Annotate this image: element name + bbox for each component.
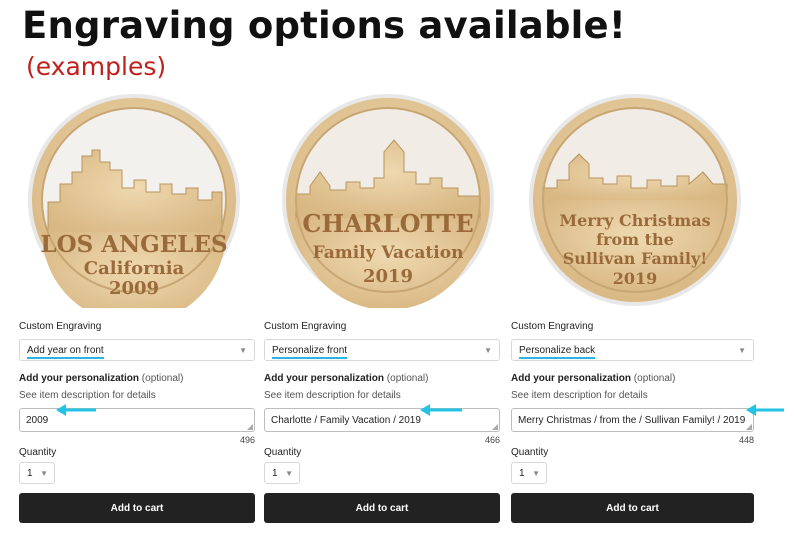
chevron-down-icon: ▼ xyxy=(285,469,293,478)
engraving-select[interactable]: Personalize back ▼ xyxy=(511,339,754,361)
ornament-line-3: Sullivan Family! xyxy=(563,249,708,268)
chevron-down-icon: ▼ xyxy=(40,469,48,478)
character-counter: 448 xyxy=(738,435,754,445)
personalization-input[interactable]: Charlotte / Family Vacation / 2019 ◢ xyxy=(264,408,500,432)
arrow-left-icon xyxy=(56,404,96,416)
personalization-hint: See item description for details xyxy=(264,390,401,401)
engraving-select-value: Personalize front xyxy=(272,345,348,359)
chevron-down-icon: ▼ xyxy=(532,469,540,478)
product-form-1: Custom Engraving Add year on front ▼ Add… xyxy=(19,320,255,523)
personalization-hint: See item description for details xyxy=(19,390,156,401)
personalization-input[interactable]: Merry Christmas / from the / Sullivan Fa… xyxy=(511,408,754,432)
product-form-3: Custom Engraving Personalize back ▼ Add … xyxy=(511,320,754,523)
ornament-image-sullivan: Merry Christmas from the Sullivan Family… xyxy=(527,92,743,308)
quantity-select[interactable]: 1 ▼ xyxy=(264,462,300,484)
resize-handle-icon[interactable]: ◢ xyxy=(746,423,752,431)
product-form-2: Custom Engraving Personalize front ▼ Add… xyxy=(264,320,500,523)
ornament-line-1: CHARLOTTE xyxy=(302,209,473,238)
engraving-select-value: Add year on front xyxy=(27,345,104,359)
quantity-value: 1 xyxy=(27,468,33,479)
custom-engraving-label: Custom Engraving xyxy=(264,321,347,332)
ornament-image-los-angeles: LOS ANGELES California 2009 xyxy=(26,92,242,308)
arrow-left-icon xyxy=(420,404,462,416)
page-subheading: (examples) xyxy=(26,52,167,81)
personalization-input[interactable]: 2009 ◢ xyxy=(19,408,255,432)
ornament-line-2: from the xyxy=(596,230,674,249)
character-counter: 496 xyxy=(239,435,255,445)
personalization-label: Add your personalization (optional) xyxy=(511,373,676,384)
ornament-line-2: California xyxy=(84,258,185,279)
engraving-select[interactable]: Add year on front ▼ xyxy=(19,339,255,361)
ornament-line-2: Family Vacation xyxy=(313,243,464,263)
ornament-line-4: 2019 xyxy=(613,269,658,288)
add-to-cart-button[interactable]: Add to cart xyxy=(264,493,500,523)
quantity-select[interactable]: 1 ▼ xyxy=(19,462,55,484)
quantity-label: Quantity xyxy=(511,447,549,458)
engraving-select[interactable]: Personalize front ▼ xyxy=(264,339,500,361)
personalization-input-value: 2009 xyxy=(26,415,49,426)
resize-handle-icon[interactable]: ◢ xyxy=(247,423,253,431)
quantity-label: Quantity xyxy=(264,447,302,458)
personalization-input-value: Charlotte / Family Vacation / 2019 xyxy=(271,415,421,426)
character-counter: 466 xyxy=(484,435,500,445)
page-headline: Engraving options available! xyxy=(22,4,626,47)
custom-engraving-label: Custom Engraving xyxy=(511,321,594,332)
quantity-value: 1 xyxy=(272,468,278,479)
ornament-line-3: 2019 xyxy=(363,266,413,287)
engraving-select-value: Personalize back xyxy=(519,345,596,359)
custom-engraving-label: Custom Engraving xyxy=(19,321,102,332)
personalization-label: Add your personalization (optional) xyxy=(264,373,429,384)
add-to-cart-button[interactable]: Add to cart xyxy=(19,493,255,523)
chevron-down-icon: ▼ xyxy=(738,346,746,355)
quantity-value: 1 xyxy=(519,468,525,479)
personalization-hint: See item description for details xyxy=(511,390,648,401)
personalization-label: Add your personalization (optional) xyxy=(19,373,184,384)
chevron-down-icon: ▼ xyxy=(239,346,247,355)
ornament-line-1: Merry Christmas xyxy=(559,211,710,230)
ornament-line-1: LOS ANGELES xyxy=(40,231,227,258)
personalization-input-value: Merry Christmas / from the / Sullivan Fa… xyxy=(518,415,746,426)
chevron-down-icon: ▼ xyxy=(484,346,492,355)
ornament-image-charlotte: CHARLOTTE Family Vacation 2019 xyxy=(280,92,496,308)
quantity-label: Quantity xyxy=(19,447,57,458)
arrow-left-icon xyxy=(746,404,784,416)
ornament-line-3: 2009 xyxy=(109,278,159,299)
add-to-cart-button[interactable]: Add to cart xyxy=(511,493,754,523)
resize-handle-icon[interactable]: ◢ xyxy=(492,423,498,431)
quantity-select[interactable]: 1 ▼ xyxy=(511,462,547,484)
